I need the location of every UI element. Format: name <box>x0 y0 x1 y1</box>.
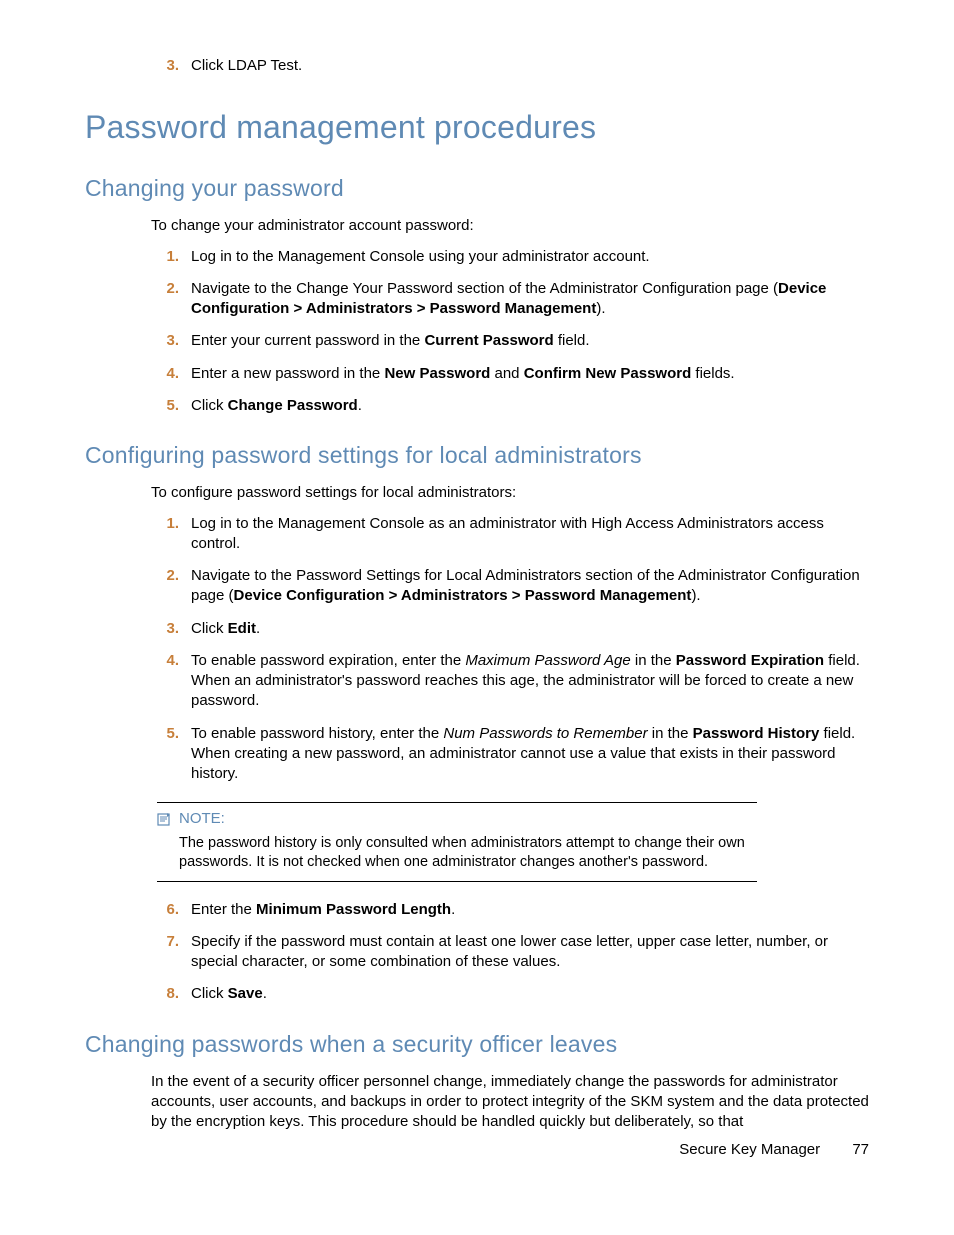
step-number: 8. <box>151 984 191 1004</box>
note-block: NOTE: The password history is only consu… <box>157 802 757 881</box>
step-number: 1. <box>151 247 191 267</box>
list-item: 4. To enable password expiration, enter … <box>151 651 875 712</box>
step-text: Specify if the password must contain at … <box>191 932 875 973</box>
text-run: ). <box>691 587 700 604</box>
heading-1: Password management procedures <box>85 106 875 149</box>
list-item: 4. Enter a new password in the New Passw… <box>151 364 875 384</box>
list-item: 5. To enable password history, enter the… <box>151 724 875 785</box>
ordered-list-cont: 6. Enter the Minimum Password Length. 7.… <box>151 900 875 1005</box>
text-run: To enable password expiration, enter the <box>191 652 465 669</box>
list-item: 2. Navigate to the Password Settings for… <box>151 566 875 607</box>
button-name: Save <box>228 985 263 1002</box>
step-number: 3. <box>151 56 191 76</box>
text-run: . <box>263 985 267 1002</box>
list-item: 1. Log in to the Management Console as a… <box>151 514 875 555</box>
step-text: Enter your current password in the Curre… <box>191 331 875 351</box>
nav-path: Device Configuration > Administrators > … <box>234 587 692 604</box>
field-name: Password Expiration <box>676 652 824 669</box>
note-icon <box>157 812 173 826</box>
list-item: 3. Click Edit. <box>151 619 875 639</box>
page-footer: Secure Key Manager 77 <box>679 1140 869 1160</box>
text-run: and <box>490 365 523 382</box>
field-name: Minimum Password Length <box>256 901 451 918</box>
step-text: Enter a new password in the New Password… <box>191 364 875 384</box>
step-text: Log in to the Management Console as an a… <box>191 514 875 555</box>
list-item: 2. Navigate to the Change Your Password … <box>151 279 875 320</box>
list-item: 6. Enter the Minimum Password Length. <box>151 900 875 920</box>
text-run: field. <box>554 332 590 349</box>
step-number: 5. <box>151 724 191 785</box>
step-number: 3. <box>151 619 191 639</box>
option-name: Num Passwords to Remember <box>443 725 647 742</box>
heading-2-configuring-settings: Configuring password settings for local … <box>85 440 875 471</box>
step-text: Log in to the Management Console using y… <box>191 247 875 267</box>
step-text: Click LDAP Test. <box>191 56 875 76</box>
step-text: Navigate to the Password Settings for Lo… <box>191 566 875 607</box>
text-run: Enter your current password in the <box>191 332 424 349</box>
field-name: Current Password <box>424 332 553 349</box>
list-item: 7. Specify if the password must contain … <box>151 932 875 973</box>
step-text: Click Change Password. <box>191 396 875 416</box>
step-text: To enable password expiration, enter the… <box>191 651 875 712</box>
note-label: NOTE: <box>179 809 225 829</box>
text-run: fields. <box>691 365 734 382</box>
list-item: 1. Log in to the Management Console usin… <box>151 247 875 267</box>
text-run: Click <box>191 985 228 1002</box>
option-name: Maximum Password Age <box>465 652 630 669</box>
document-page: 3. Click LDAP Test. Password management … <box>85 56 875 1142</box>
field-name: New Password <box>384 365 490 382</box>
step-text: Click Edit. <box>191 619 875 639</box>
step-text: Navigate to the Change Your Password sec… <box>191 279 875 320</box>
page-number: 77 <box>852 1140 869 1160</box>
ordered-list: 1. Log in to the Management Console usin… <box>151 247 875 417</box>
list-item: 5. Click Change Password. <box>151 396 875 416</box>
note-heading: NOTE: <box>157 809 757 829</box>
step-number: 3. <box>151 331 191 351</box>
text-run: Click <box>191 397 228 414</box>
step-number: 5. <box>151 396 191 416</box>
step-number: 2. <box>151 279 191 320</box>
step-number: 4. <box>151 651 191 712</box>
step-text: Click Save. <box>191 984 875 1004</box>
text-run: . <box>451 901 455 918</box>
section-intro: To change your administrator account pas… <box>151 216 875 236</box>
step-number: 2. <box>151 566 191 607</box>
text-run: in the <box>631 652 676 669</box>
list-item: 8. Click Save. <box>151 984 875 1004</box>
text-run: Enter the <box>191 901 256 918</box>
heading-2-changing-password: Changing your password <box>85 173 875 204</box>
field-name: Confirm New Password <box>524 365 692 382</box>
step-text: To enable password history, enter the Nu… <box>191 724 875 785</box>
button-name: Change Password <box>228 397 358 414</box>
list-item: 3. Enter your current password in the Cu… <box>151 331 875 351</box>
step-text: Enter the Minimum Password Length. <box>191 900 875 920</box>
note-body: The password history is only consulted w… <box>179 834 757 873</box>
text-run: Enter a new password in the <box>191 365 384 382</box>
button-name: Edit <box>228 620 256 637</box>
divider <box>157 802 757 803</box>
text-run: Navigate to the Change Your Password sec… <box>191 280 778 297</box>
divider <box>157 881 757 882</box>
text-run: Click <box>191 620 228 637</box>
text-run: . <box>358 397 362 414</box>
step-number: 7. <box>151 932 191 973</box>
field-name: Password History <box>693 725 820 742</box>
text-run: in the <box>648 725 693 742</box>
paragraph: In the event of a security officer perso… <box>151 1072 875 1133</box>
text-run: ). <box>596 300 605 317</box>
list-item: 3. Click LDAP Test. <box>151 56 875 76</box>
step-number: 4. <box>151 364 191 384</box>
ordered-list: 1. Log in to the Management Console as a… <box>151 514 875 785</box>
text-run: . <box>256 620 260 637</box>
section-intro: To configure password settings for local… <box>151 483 875 503</box>
step-number: 1. <box>151 514 191 555</box>
footer-title: Secure Key Manager <box>679 1141 820 1158</box>
heading-2-security-officer: Changing passwords when a security offic… <box>85 1029 875 1060</box>
step-number: 6. <box>151 900 191 920</box>
precursor-list: 3. Click LDAP Test. <box>151 56 875 76</box>
text-run: To enable password history, enter the <box>191 725 443 742</box>
